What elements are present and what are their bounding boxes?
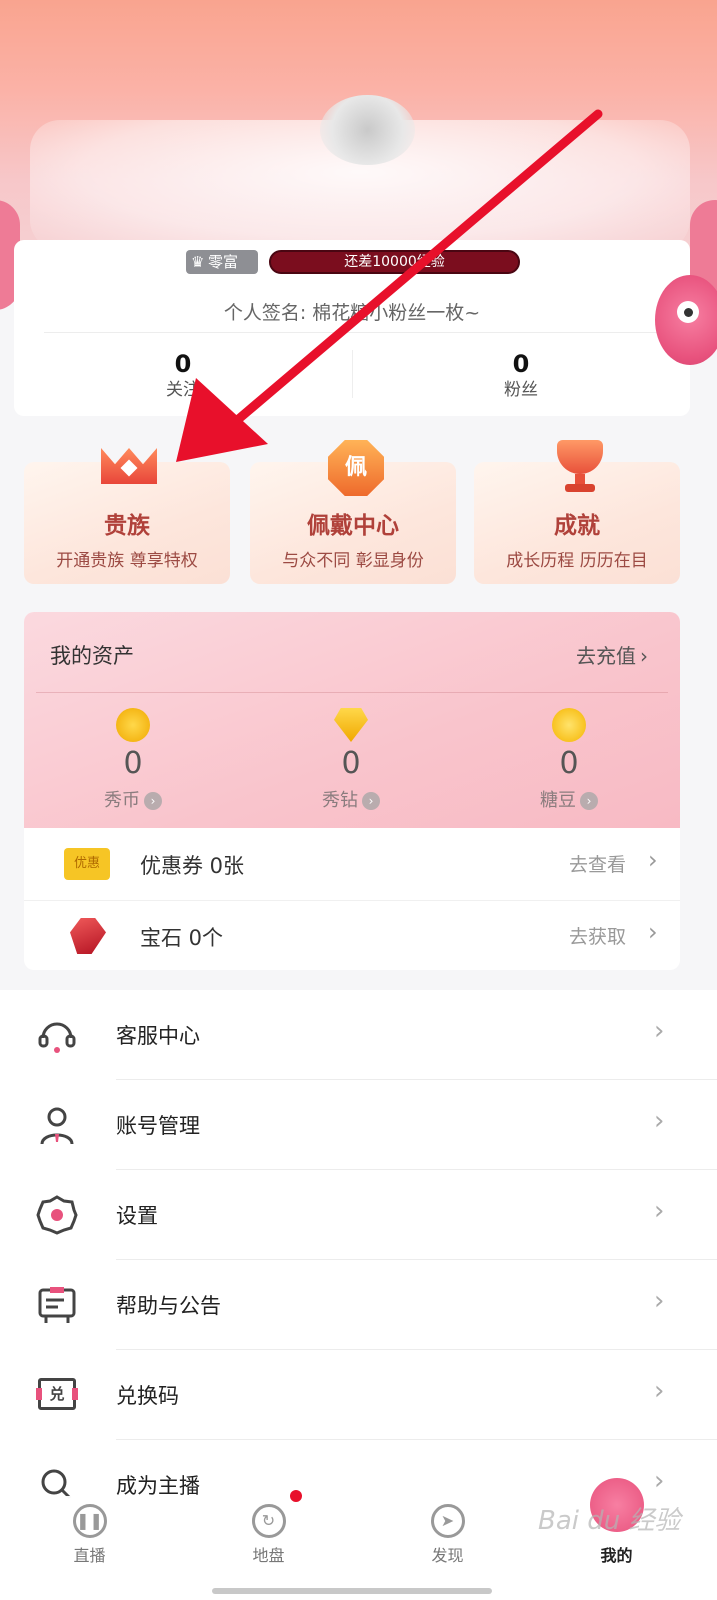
my-assets-panel: 我的资产 去充值 › 0 秀币 › 0 秀钻 › 0 糖豆 › 优惠 优惠券 0张 去查…: [24, 612, 680, 970]
coupon-row[interactable]: 优惠 优惠券 0张 去查看 ›: [24, 828, 680, 900]
notice-icon: [36, 1284, 78, 1326]
chevron-right-icon: ›: [654, 1016, 665, 1046]
home-indicator[interactable]: [212, 1588, 492, 1594]
gem-label: 宝石 0个: [140, 926, 224, 950]
asset-label: 糖豆: [540, 790, 576, 811]
menu-label: 兑换码: [116, 1384, 179, 1408]
asset-value: 0: [123, 746, 143, 781]
feature-title: 贵族: [104, 513, 150, 539]
chevron-right-icon: ›: [654, 1286, 665, 1316]
tab-label: 地盘: [252, 1546, 285, 1565]
menu-label: 设置: [116, 1204, 158, 1228]
profile-badges: ♛ 零富 还差10000经验: [184, 250, 544, 276]
chevron-right-icon: ›: [640, 644, 648, 668]
asset-label: 秀钻: [322, 790, 358, 811]
asset-value: 0: [559, 746, 579, 781]
menu-item-help[interactable]: 帮助与公告 ›: [0, 1260, 717, 1350]
following-label: 关注: [166, 380, 200, 400]
feature-card-wear-center[interactable]: 佩 佩戴中心 与众不同 彰显身份: [250, 440, 456, 584]
menu-label: 帮助与公告: [116, 1294, 221, 1318]
menu-item-account[interactable]: 账号管理 ›: [0, 1080, 717, 1170]
coupon-action: 去查看: [569, 854, 627, 876]
gem-action: 去获取: [569, 926, 627, 948]
coin-icon: [116, 708, 150, 742]
headset-icon: [36, 1014, 78, 1056]
diamond-icon: [334, 708, 368, 742]
chevron-right-icon: ›: [144, 792, 162, 810]
menu-item-settings[interactable]: 设置 ›: [0, 1170, 717, 1260]
feature-subtitle: 成长历程 历历在目: [506, 551, 648, 571]
tab-live[interactable]: ❚❚ 直播: [0, 1496, 179, 1566]
fans-stat[interactable]: 0 粉丝: [352, 350, 690, 402]
gem-row[interactable]: 宝石 0个 去获取 ›: [24, 900, 680, 970]
feature-subtitle: 开通贵族 尊享特权: [56, 551, 198, 571]
divider: [36, 692, 668, 693]
following-stat[interactable]: 0 关注: [14, 350, 352, 402]
territory-icon: ↻: [251, 1504, 286, 1538]
feature-title: 佩戴中心: [307, 513, 399, 539]
wealth-level-label: 零富: [208, 253, 239, 271]
menu-list: 客服中心 › 账号管理 › 设置 › 帮助与公告 › 兑 兑换码 › 成为主播 …: [0, 990, 717, 1510]
badge-icon: 佩: [323, 440, 385, 496]
experience-bar[interactable]: 还差10000经验: [269, 250, 520, 274]
assets-title: 我的资产: [50, 644, 134, 668]
live-icon: ❚❚: [72, 1504, 107, 1538]
avatar[interactable]: [320, 95, 415, 165]
fans-label: 粉丝: [504, 380, 538, 400]
asset-value: 0: [341, 746, 361, 781]
divider: [44, 332, 660, 333]
asset-label: 秀币: [104, 790, 140, 811]
mascot-floating-button[interactable]: [655, 275, 717, 365]
menu-item-customer-service[interactable]: 客服中心 ›: [0, 990, 717, 1080]
feature-subtitle: 与众不同 彰显身份: [282, 551, 424, 571]
menu-item-redeem[interactable]: 兑 兑换码 ›: [0, 1350, 717, 1440]
chevron-right-icon: ›: [654, 1106, 665, 1136]
tab-label: 发现: [431, 1546, 464, 1565]
settings-icon: [36, 1194, 78, 1236]
chevron-right-icon: ›: [648, 846, 658, 874]
feature-card-achievement[interactable]: 成就 成长历程 历历在目: [474, 440, 680, 584]
personal-signature[interactable]: 个人签名: 棉花糖小粉丝一枚~: [14, 298, 690, 325]
feature-title: 成就: [554, 513, 600, 539]
recharge-label: 去充值: [576, 644, 636, 668]
tab-territory[interactable]: ↻ 地盘: [179, 1496, 358, 1566]
gem-icon: [70, 918, 106, 954]
menu-label: 客服中心: [116, 1024, 200, 1048]
bean-icon: [552, 708, 586, 742]
trophy-icon: [547, 440, 609, 492]
compass-icon: ➤: [430, 1504, 465, 1538]
chevron-right-icon: ›: [654, 1466, 665, 1496]
coupon-icon: 优惠: [64, 848, 110, 880]
chevron-right-icon: ›: [580, 792, 598, 810]
mascot-eye-icon: [677, 301, 699, 323]
crown-icon: [97, 440, 159, 492]
redeem-icon: 兑: [36, 1374, 78, 1416]
assets-summary: 我的资产 去充值 › 0 秀币 › 0 秀钻 › 0 糖豆 ›: [24, 612, 680, 828]
fans-count: 0: [512, 350, 530, 378]
menu-label: 账号管理: [116, 1114, 200, 1138]
notification-dot: [290, 1490, 302, 1502]
wealth-level-badge[interactable]: ♛ 零富: [186, 250, 258, 274]
account-icon: [36, 1104, 78, 1146]
asset-xiuzuan[interactable]: 0 秀钻 ›: [242, 708, 460, 812]
following-count: 0: [174, 350, 192, 378]
asset-tangdou[interactable]: 0 糖豆 ›: [460, 708, 678, 812]
recharge-link[interactable]: 去充值 ›: [576, 640, 648, 669]
watermark: Bai du 经验: [538, 1506, 681, 1536]
tab-label: 我的: [600, 1546, 633, 1565]
chevron-right-icon: ›: [362, 792, 380, 810]
crown-small-icon: ♛: [191, 253, 205, 271]
profile-card: ♛ 零富 还差10000经验 个人签名: 棉花糖小粉丝一枚~ 0 关注 0 粉丝: [14, 240, 690, 416]
chevron-right-icon: ›: [654, 1196, 665, 1226]
tab-label: 直播: [73, 1546, 106, 1565]
chevron-right-icon: ›: [654, 1376, 665, 1406]
chevron-right-icon: ›: [648, 918, 658, 946]
asset-xiubi[interactable]: 0 秀币 ›: [24, 708, 242, 812]
feature-card-nobility[interactable]: 贵族 开通贵族 尊享特权: [24, 448, 230, 584]
feature-cards: 贵族 开通贵族 尊享特权 佩 佩戴中心 与众不同 彰显身份 成就 成长历程 历历…: [24, 440, 684, 584]
tab-discover[interactable]: ➤ 发现: [358, 1496, 537, 1566]
coupon-label: 优惠券 0张: [140, 854, 245, 878]
